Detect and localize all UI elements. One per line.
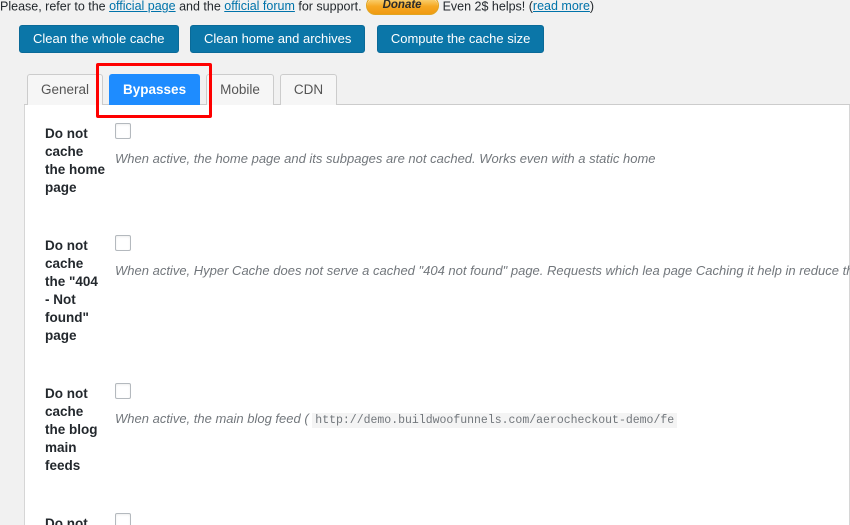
checkbox-blog-feeds[interactable] xyxy=(115,383,132,399)
tab-mobile[interactable]: Mobile xyxy=(206,74,274,105)
checkbox-404-page[interactable] xyxy=(115,235,132,251)
compute-cache-size-button[interactable]: Compute the cache size xyxy=(376,25,545,53)
table-row: Do not cache the home page When active, … xyxy=(25,105,850,217)
intro-text-mid: and the xyxy=(175,0,225,14)
table-row: Do not cache single post comment feed Wh… xyxy=(25,495,850,525)
tab-bypasses[interactable]: Bypasses xyxy=(109,74,201,105)
tab-general[interactable]: General xyxy=(27,74,104,105)
intro-text-before: Please, refer to the xyxy=(0,0,110,14)
clean-whole-cache-button[interactable]: Clean the whole cache xyxy=(19,25,179,53)
official-forum-link[interactable]: official forum xyxy=(224,0,295,13)
cache-actions-toolbar: Clean the whole cache Clean home and arc… xyxy=(19,25,551,53)
read-more-link[interactable]: read more xyxy=(533,0,590,13)
intro-close-paren: ) xyxy=(589,0,595,14)
checkbox-home-page[interactable] xyxy=(115,123,132,139)
checkbox-comment-feed[interactable] xyxy=(115,513,132,525)
table-row: Do not cache the blog main feeds When ac… xyxy=(25,365,850,495)
desc-404-page: When active, Hyper Cache does not serve … xyxy=(115,261,850,280)
table-row: Do not cache the "404 - Not found" page … xyxy=(25,217,850,365)
intro-text-after: for support. xyxy=(294,0,362,14)
desc-home-page: When active, the home page and its subpa… xyxy=(115,149,850,168)
desc-blog-feeds-text: When active, the main blog feed ( xyxy=(115,411,313,426)
desc-blog-feeds-url: http://demo.buildwoofunnels.com/aerochec… xyxy=(312,413,678,428)
row-field-404-page: When active, Hyper Cache does not serve … xyxy=(115,217,850,365)
row-field-comment-feed: When active, the single post comment fee… xyxy=(115,495,850,525)
bypasses-form-table: Do not cache the home page When active, … xyxy=(25,105,850,525)
support-intro-line: Please, refer to the official page and t… xyxy=(0,0,850,18)
clean-home-archives-button[interactable]: Clean home and archives xyxy=(189,25,366,53)
official-page-link[interactable]: official page xyxy=(109,0,176,13)
row-label-blog-feeds: Do not cache the blog main feeds xyxy=(45,386,98,473)
desc-404-page-text: When active, Hyper Cache does not serve … xyxy=(115,263,850,278)
row-label-comment-feed: Do not cache single post comment feed xyxy=(45,516,88,525)
bypasses-settings-panel: Do not cache the home page When active, … xyxy=(24,105,850,525)
desc-blog-feeds: When active, the main blog feed ( http:/… xyxy=(115,409,850,430)
admin-page-root: Please, refer to the official page and t… xyxy=(0,0,850,525)
row-field-blog-feeds: When active, the main blog feed ( http:/… xyxy=(115,365,850,495)
donate-button[interactable]: Donate xyxy=(365,0,439,16)
desc-home-page-text: When active, the home page and its subpa… xyxy=(115,151,656,166)
row-label-home-page: Do not cache the home page xyxy=(45,126,106,195)
donate-note: Even 2$ helps! ( xyxy=(442,0,533,14)
tab-cdn[interactable]: CDN xyxy=(279,74,338,105)
row-label-404-page: Do not cache the "404 - Not found" page xyxy=(45,238,98,343)
settings-tab-bar: General Bypasses Mobile CDN xyxy=(24,71,850,105)
row-field-home-page: When active, the home page and its subpa… xyxy=(115,105,850,217)
